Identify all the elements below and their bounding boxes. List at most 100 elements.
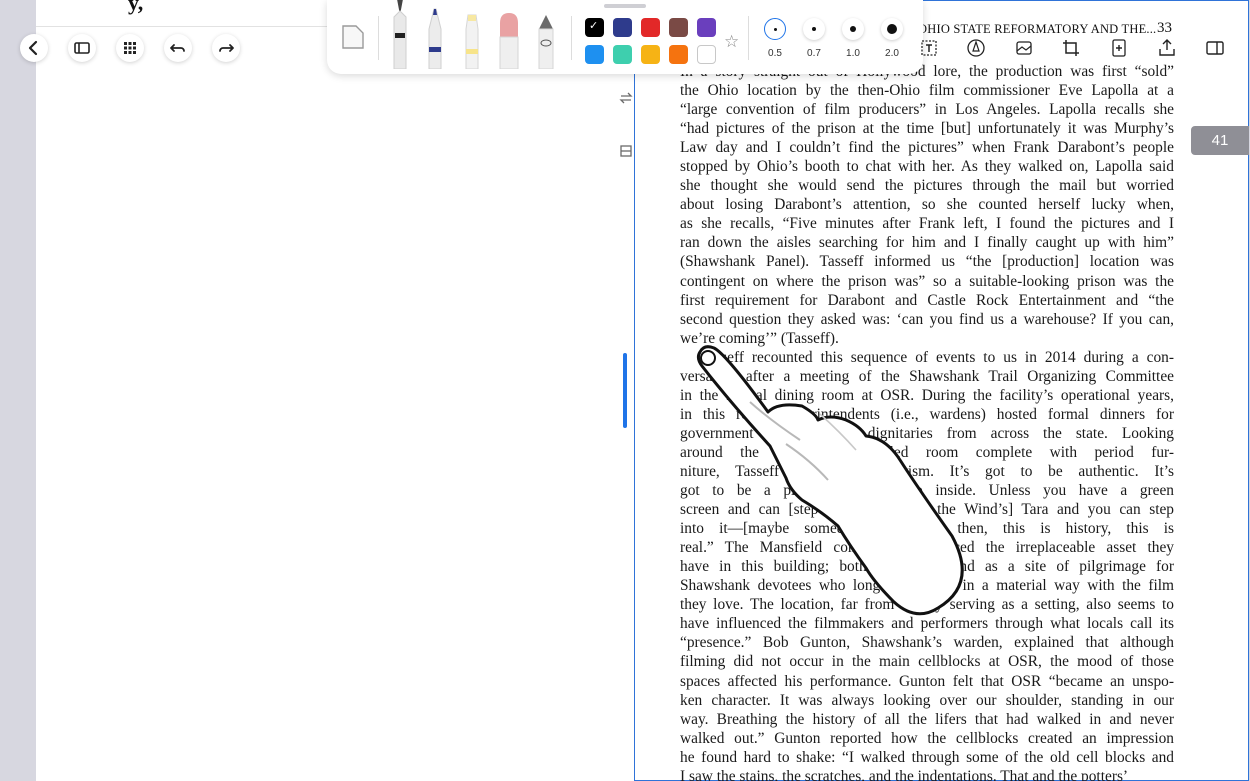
text-line: they love. The location, far from simply…: [680, 596, 1174, 614]
color-swatch[interactable]: [641, 18, 660, 37]
text-line: first requirement for Darabont and Castl…: [680, 291, 1174, 309]
text-line: the Ohio location by the then-Ohio film …: [680, 82, 1174, 100]
page-grid-button[interactable]: [116, 34, 144, 62]
right-page: OHIO STATE REFORMATORY AND THE... 33 In …: [634, 0, 1249, 781]
text-line: second question they asked was: ‘can you…: [680, 310, 1174, 328]
stroke-size-label: 1.0: [846, 48, 860, 59]
stroke-size-label: 2.0: [885, 48, 899, 59]
text-line: Law day and I couldn’t find the pictures…: [680, 139, 1174, 157]
annotation-toolbar: ✓ ☆ 0.5 0.7 1.0 2.0: [327, 0, 923, 74]
color-swatch[interactable]: [697, 18, 716, 37]
page-gutter: [582, 0, 634, 781]
text-line: real.” The Mansfield community embraced …: [680, 539, 1174, 557]
eraser-tool[interactable]: [497, 11, 521, 74]
text-line: have influenced the filmmakers and perfo…: [680, 615, 1174, 633]
page-icon: [342, 25, 364, 49]
image-icon[interactable]: [1014, 38, 1034, 58]
fountain-pen-icon: [393, 0, 407, 70]
stroke-size-label: 0.5: [768, 48, 782, 59]
check-icon: ✓: [589, 20, 599, 32]
crop-icon[interactable]: [1061, 38, 1081, 58]
text-line: way. Breathing the history of all the li…: [680, 710, 1174, 728]
text-tool-icon[interactable]: [919, 38, 939, 58]
text-line: (Shawshank Panel). Tasseff informed us “…: [680, 253, 1174, 271]
toolbar-grip[interactable]: [604, 4, 646, 8]
color-swatch[interactable]: [697, 45, 716, 64]
grid-icon: [124, 42, 136, 54]
fountain-pen-tool[interactable]: [389, 0, 411, 74]
color-swatch[interactable]: [613, 18, 632, 37]
color-swatch[interactable]: ✓: [585, 18, 604, 37]
toolbar-separator: [571, 16, 572, 60]
stroke-size-option[interactable]: [764, 18, 786, 40]
stroke-size-option[interactable]: [881, 18, 903, 40]
add-page-icon[interactable]: [1109, 38, 1129, 58]
page-number: 33: [1157, 20, 1172, 36]
undo-icon: [170, 44, 185, 52]
page-number-badge[interactable]: 41: [1191, 126, 1249, 155]
stroke-size-option[interactable]: [803, 18, 825, 40]
toolbar-separator: [378, 16, 379, 60]
swap-icon[interactable]: [618, 90, 634, 106]
color-swatch[interactable]: [641, 45, 660, 64]
text-line: into it—[maybe someday] but until then, …: [680, 520, 1174, 538]
undo-button[interactable]: [164, 34, 192, 62]
text-line: ran down the aisles searching for him an…: [680, 234, 1174, 252]
text-line: as she recalls, “Five minutes after Fran…: [680, 215, 1174, 233]
text-line: contingent on where the prison was” so a…: [680, 272, 1174, 290]
side-panel-icon[interactable]: [1205, 38, 1225, 58]
left-page: y,: [36, 0, 582, 781]
scrollbar-thumb[interactable]: [623, 353, 627, 428]
page-settings-icon[interactable]: [618, 143, 634, 159]
ballpoint-pen-tool[interactable]: [425, 7, 445, 74]
lasso-icon: [538, 15, 554, 70]
eraser-icon: [499, 13, 519, 70]
text-line: filming did not occur in the main cellbl…: [680, 653, 1174, 671]
ballpoint-pen-icon: [428, 8, 442, 70]
chevron-left-icon: [28, 40, 38, 56]
text-line: spaces affected his performance. Gunton …: [680, 672, 1174, 690]
text-line: walked out.” Gunton reported how the cel…: [680, 729, 1174, 747]
text-line: in the formal dining room at OSR. During…: [680, 386, 1174, 404]
color-swatch[interactable]: [585, 45, 604, 64]
redo-icon: [219, 44, 234, 52]
text-line: ken character. It was always looking ove…: [680, 691, 1174, 709]
color-swatch[interactable]: [669, 45, 688, 64]
text-line: screen and can [step into Gone with the …: [680, 501, 1174, 519]
text-line: he found hard to shake: “I walked throug…: [680, 748, 1174, 766]
highlighter-icon: [465, 14, 479, 70]
toolbar-separator: [748, 16, 749, 60]
sidebar-icon: [74, 42, 90, 54]
text-line: “had pictures of the prison at the time …: [680, 120, 1174, 138]
color-swatch[interactable]: [669, 18, 688, 37]
text-line: we’re coming’” (Tasseff).: [680, 329, 839, 347]
redo-button[interactable]: [212, 34, 240, 62]
text-line: niture, Tasseff said, “For tourism. It’s…: [680, 462, 1174, 480]
page-tool-button[interactable]: [341, 24, 365, 74]
lasso-tool[interactable]: [535, 11, 557, 74]
text-line: versation after a meeting of the Shawsha…: [680, 367, 1174, 385]
share-icon[interactable]: [1157, 38, 1177, 58]
page-body-text: In a story straight out of Hollywood lor…: [680, 62, 1174, 781]
text-line: in this room, superintendents (i.e., war…: [680, 405, 1174, 423]
text-line: I saw the stains, the scratches, and the…: [680, 767, 1129, 781]
text-line: government officials and dignitaries fro…: [680, 424, 1174, 442]
highlighter-tool[interactable]: [461, 11, 483, 74]
text-line: Shawshank devotees who long to connect i…: [680, 577, 1174, 595]
text-line: she thought she would send the pictures …: [680, 177, 1174, 195]
pen-tool-icon[interactable]: [966, 38, 986, 58]
left-page-text: y,: [128, 0, 144, 15]
text-line: got to be a place you can step inside. U…: [680, 482, 1174, 500]
back-button[interactable]: [20, 34, 48, 62]
text-line: about losing Darabont’s attention, so sh…: [680, 196, 1174, 214]
favorite-star-icon[interactable]: ☆: [724, 32, 739, 52]
stroke-size-option[interactable]: [842, 18, 864, 40]
sidebar-toggle-button[interactable]: [68, 34, 96, 62]
text-line: have in this building; both as history a…: [680, 558, 1174, 576]
running-head: OHIO STATE REFORMATORY AND THE...: [918, 22, 1157, 36]
color-swatch[interactable]: [613, 45, 632, 64]
text-line: “presence.” Bob Gunton, Shawshank’s ward…: [680, 634, 1174, 652]
text-line: around the dark wood-paneled room comple…: [680, 443, 1174, 461]
stroke-size-label: 0.7: [807, 48, 821, 59]
text-line: Tasseff recounted this sequence of event…: [700, 348, 1174, 366]
